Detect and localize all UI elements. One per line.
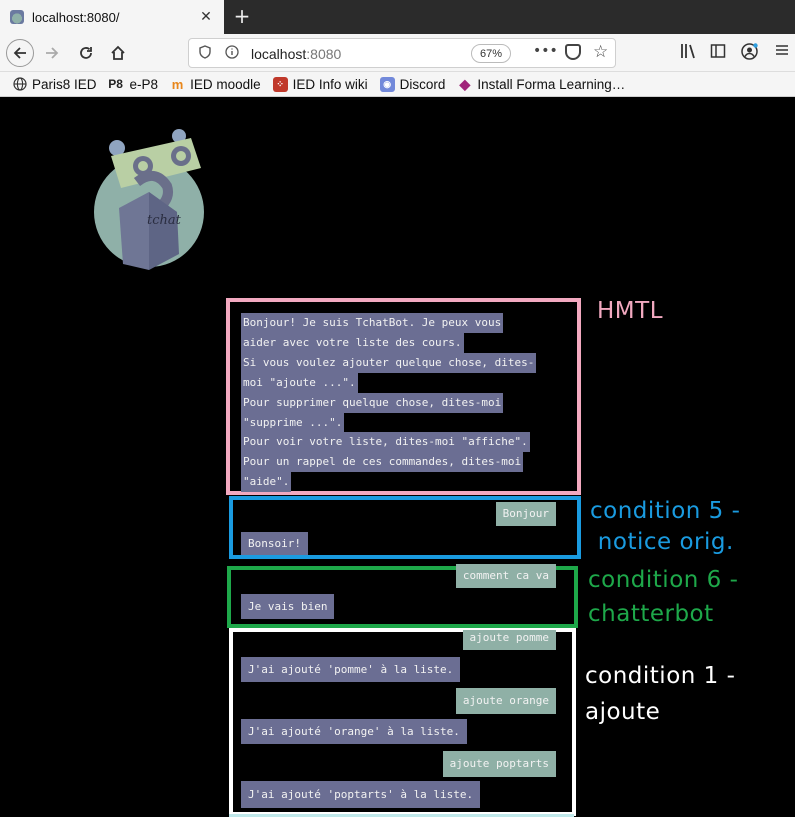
bookmark-e-p8[interactable]: P8 e-P8 [107,76,159,92]
bookmark-install-forma[interactable]: ◆ Install Forma Learning… [457,75,626,92]
reload-button[interactable] [72,39,100,67]
browser-tab[interactable]: localhost:8080/ ✕ [0,0,224,34]
zoom-level-button[interactable]: 67% [471,44,511,63]
navigation-toolbar: localhost:8080 67% ••• ☆ [0,34,795,72]
tab-bar: localhost:8080/ ✕ + [0,0,795,34]
tchatbot-logo: tchat [93,126,211,272]
condition-5-annotation-line-1: condition 5 - [590,498,741,524]
user-message: ajoute pomme [462,630,556,650]
user-message: Bonjour [495,502,556,526]
arrow-right-icon [46,47,59,59]
tchat-favicon-icon [10,10,24,24]
bookmark-ied-moodle[interactable]: m IED moodle [170,77,261,92]
bookmark-ied-info-wiki[interactable]: ⁘ IED Info wiki [272,76,368,92]
intro-line: Si vous voulez ajouter quelque chose, di… [241,353,537,373]
bookmark-label: IED Info wiki [292,76,368,92]
page-actions-menu-icon[interactable]: ••• [533,43,558,59]
bookmark-label: Discord [399,76,446,92]
bookmarks-toolbar: Paris8 IED P8 e-P8 m IED moodle ⁘ IED In… [0,72,795,97]
condition-1-annotation-line-2: ajoute [585,699,661,725]
bookmark-label: e-P8 [129,76,159,92]
intro-line: moi "ajoute ...". [241,373,358,393]
moodle-icon: m [171,76,184,92]
url-port: :8080 [306,45,342,62]
new-tab-button[interactable]: + [230,4,254,28]
intro-line: Bonjour! Je suis TchatBot. Je peux vous [241,313,504,333]
condition-1-annotation-line-1: condition 1 - [585,663,736,689]
condition-6-annotation-line-2: chatterbot [588,601,714,627]
bot-message: Je vais bien [241,594,335,619]
user-message: ajoute orange [455,688,556,714]
wiki-icon: ⁘ [272,76,288,92]
forma-icon: ◆ [459,75,471,92]
home-icon [111,45,125,60]
back-button[interactable] [6,39,34,67]
bookmark-discord[interactable]: ◉ Discord [379,76,446,92]
discord-icon: ◉ [379,76,395,92]
bookmark-star-icon[interactable]: ☆ [593,42,608,62]
bookmark-label: Paris8 IED [32,76,97,92]
intro-line: Pour supprimer quelque chose, dites-moi [241,393,504,413]
address-bar[interactable]: localhost:8080 67% ••• ☆ [188,38,616,68]
reload-icon [80,47,92,59]
library-icon[interactable] [680,43,698,63]
globe-icon [12,77,27,92]
bot-message: J'ai ajouté 'poptarts' à la liste. [241,781,481,808]
robot-logo-icon: tchat [94,129,204,270]
shield-icon[interactable] [199,44,215,62]
intro-line: "supprime ...". [241,413,345,433]
tab-title: localhost:8080/ [32,9,120,25]
url-host: localhost [251,45,307,62]
condition-5-annotation-line-2: notice orig. [590,529,734,555]
user-message: comment ca va [455,564,556,588]
condition-6-annotation-line-1: condition 6 - [588,567,739,593]
intro-line: aider avec votre liste des cours. [241,333,464,353]
html-annotation: HMTL [597,298,664,324]
user-message: ajoute poptarts [442,751,556,777]
intro-line: Pour voir votre liste, dites-moi "affich… [241,432,530,452]
p8-icon: P8 [108,77,123,91]
menu-icon[interactable] [775,43,789,61]
logo-text: tchat [147,213,182,228]
bookmark-paris8-ied[interactable]: Paris8 IED [12,77,97,92]
close-tab-icon[interactable]: ✕ [196,7,216,27]
intro-line: "aide". [241,472,292,492]
url-text: localhost:8080 [241,44,341,63]
forward-button[interactable] [38,39,66,67]
pocket-icon[interactable] [565,44,581,60]
info-icon[interactable] [225,44,241,62]
intro-line: Pour un rappel de ces commandes, dites-m… [241,452,524,472]
bookmark-label: Install Forma Learning… [477,76,626,92]
bot-message: J'ai ajouté 'orange' à la liste. [241,719,467,744]
sidebar-icon[interactable] [710,43,726,63]
bot-message: J'ai ajouté 'pomme' à la liste. [241,657,461,682]
account-icon[interactable] [741,43,758,64]
bot-message: Bonsoir! [241,532,308,555]
arrow-left-icon [13,47,26,59]
bookmark-label: IED moodle [190,76,261,92]
home-button[interactable] [104,39,132,67]
